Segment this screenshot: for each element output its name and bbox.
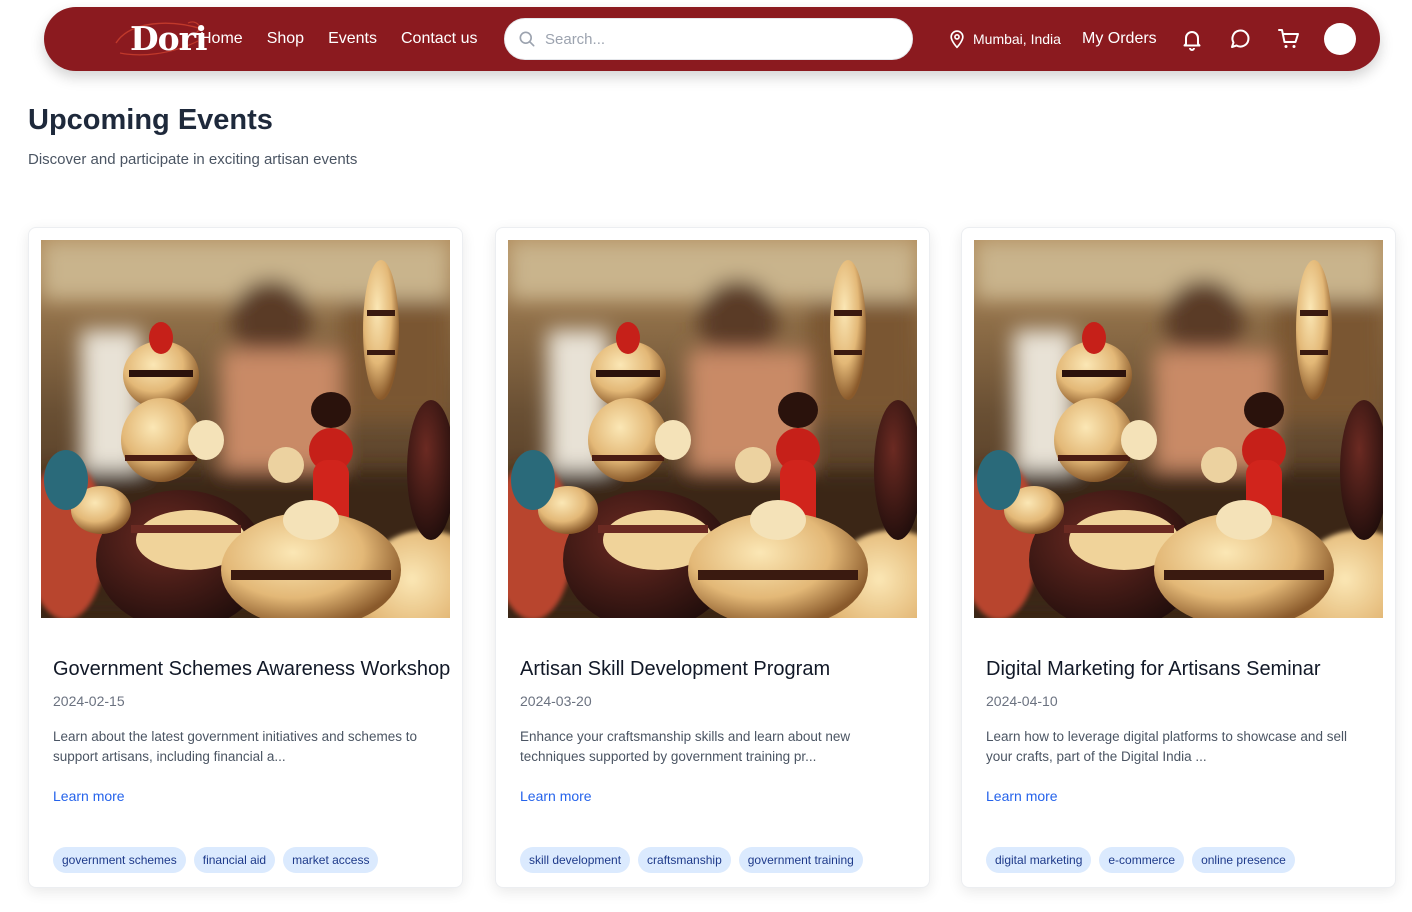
event-description: Learn how to leverage digital platforms …	[986, 729, 1347, 764]
cart-icon[interactable]	[1277, 27, 1301, 51]
bell-icon[interactable]	[1180, 27, 1204, 51]
event-description: Learn about the latest government initia…	[53, 729, 417, 764]
nav-link-home[interactable]: Home	[200, 30, 243, 48]
location-label: Mumbai, India	[973, 31, 1061, 47]
user-avatar[interactable]	[1324, 23, 1356, 55]
nav-link-events[interactable]: Events	[328, 30, 377, 48]
event-title: Government Schemes Awareness Workshop	[53, 658, 451, 680]
tag[interactable]: government schemes	[53, 847, 186, 873]
main-nav: Home Shop Events Contact us	[200, 7, 477, 71]
learn-more-link[interactable]: Learn more	[53, 788, 125, 804]
event-image	[41, 240, 450, 618]
nav-link-contact[interactable]: Contact us	[401, 30, 477, 48]
tag[interactable]: e-commerce	[1099, 847, 1185, 873]
search-bar[interactable]	[504, 18, 913, 60]
top-navbar: Dori Home Shop Events Contact us Mumbai,…	[44, 7, 1380, 71]
event-title: Digital Marketing for Artisans Seminar	[986, 658, 1321, 680]
location-selector[interactable]: Mumbai, India	[947, 7, 1061, 71]
tag[interactable]: skill development	[520, 847, 631, 873]
event-date: 2024-04-10	[986, 693, 1058, 709]
nav-link-shop[interactable]: Shop	[267, 30, 304, 48]
search-icon	[519, 31, 535, 47]
event-date: 2024-02-15	[53, 693, 125, 709]
search-input[interactable]	[545, 30, 885, 48]
my-orders-link[interactable]: My Orders	[1082, 7, 1157, 71]
tag[interactable]: digital marketing	[986, 847, 1092, 873]
dori-logo[interactable]: Dori	[110, 17, 210, 61]
logo-text: Dori	[130, 19, 208, 58]
tag[interactable]: financial aid	[193, 847, 276, 873]
event-date: 2024-03-20	[520, 693, 592, 709]
tag[interactable]: online presence	[1192, 847, 1295, 873]
learn-more-link[interactable]: Learn more	[986, 788, 1058, 804]
chat-icon[interactable]	[1228, 27, 1252, 51]
page-subtitle: Discover and participate in exciting art…	[28, 151, 358, 168]
event-title: Artisan Skill Development Program	[520, 658, 831, 680]
event-image	[508, 240, 917, 618]
event-card[interactable]: Government Schemes Awareness Workshop 20…	[28, 227, 463, 888]
tag[interactable]: craftsmanship	[638, 847, 731, 873]
event-image	[974, 240, 1383, 618]
tag[interactable]: government training	[738, 847, 863, 873]
tag-list: skill development craftsmanship governme…	[520, 847, 863, 873]
learn-more-link[interactable]: Learn more	[520, 788, 592, 804]
tag-list: government schemes financial aid market …	[53, 847, 379, 873]
location-pin-icon	[950, 30, 964, 49]
event-card[interactable]: Digital Marketing for Artisans Seminar 2…	[961, 227, 1396, 888]
tag-list: digital marketing e-commerce online pres…	[986, 847, 1295, 873]
event-description: Enhance your craftsmanship skills and le…	[520, 729, 851, 764]
page-title: Upcoming Events	[28, 104, 273, 136]
tag[interactable]: market access	[283, 847, 379, 873]
event-card[interactable]: Artisan Skill Development Program 2024-0…	[495, 227, 930, 888]
